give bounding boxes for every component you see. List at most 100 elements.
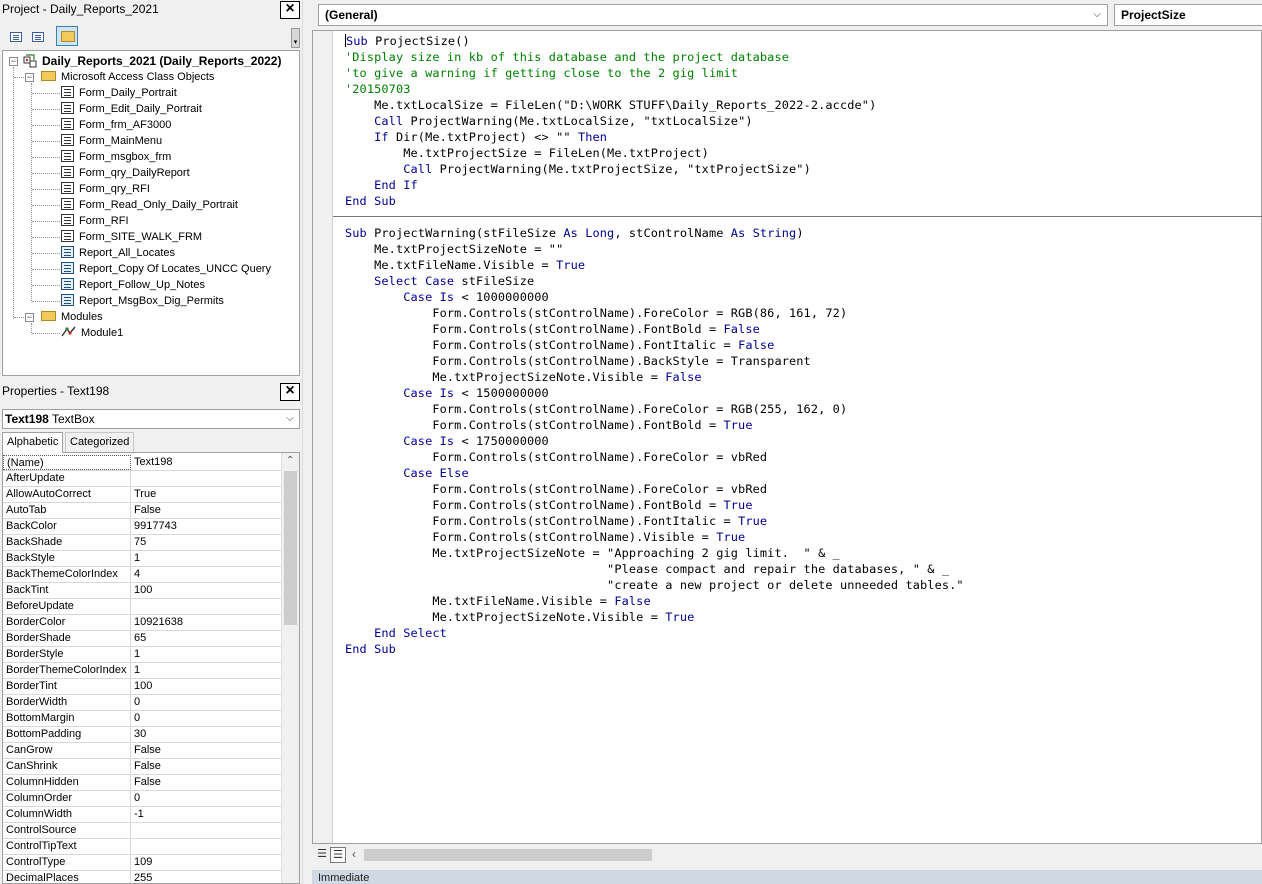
code-text[interactable]: Sub ProjectSize() 'Display size in kb of … [333, 33, 1262, 657]
scroll-up-icon[interactable]: ⌃ [286, 455, 294, 466]
property-row[interactable]: BackShade 75 [3, 535, 281, 551]
properties-scrollbar[interactable]: ⌃ [281, 453, 299, 883]
code-editor[interactable]: Sub ProjectSize() 'Display size in kb of … [312, 30, 1262, 844]
property-value[interactable]: False [132, 743, 281, 758]
property-value[interactable]: 9917743 [132, 519, 281, 534]
code-line[interactable]: Form.Controls(stControlName).FontItalic … [345, 513, 1255, 529]
properties-scroll-thumb[interactable] [284, 471, 297, 625]
property-row[interactable]: CanGrow False [3, 743, 281, 759]
tree-item-form-edit-daily-portrait[interactable]: Form_Edit_Daily_Portrait [61, 101, 202, 117]
tree-item-form-msgbox-frm[interactable]: Form_msgbox_frm [61, 149, 171, 165]
property-row[interactable]: BorderThemeColorIndex 1 [3, 663, 281, 679]
property-value[interactable]: 109 [132, 855, 281, 870]
property-value[interactable] [132, 599, 281, 614]
code-line[interactable]: Me.txtFileName.Visible = False [345, 593, 1255, 609]
property-value[interactable]: 0 [132, 711, 281, 726]
code-line[interactable]: Me.txtLocalSize = FileLen("D:\WORK STUFF… [345, 97, 1255, 113]
property-value[interactable]: 0 [132, 791, 281, 806]
code-line[interactable]: Form.Controls(stControlName).FontItalic … [345, 337, 1255, 353]
code-line[interactable]: Form.Controls(stControlName).FontBold = … [345, 321, 1255, 337]
property-value[interactable]: Text198 [132, 455, 281, 470]
property-row[interactable]: AllowAutoCorrect True [3, 487, 281, 503]
code-line[interactable]: Case Is < 1500000000 [345, 385, 1255, 401]
code-line[interactable]: "create a new project or delete unneeded… [345, 577, 1255, 593]
property-row[interactable]: BackThemeColorIndex 4 [3, 567, 281, 583]
property-row[interactable]: AutoTab False [3, 503, 281, 519]
property-row[interactable]: ControlSource [3, 823, 281, 839]
code-line[interactable]: Form.Controls(stControlName).ForeColor =… [345, 481, 1255, 497]
property-row[interactable]: BackStyle 1 [3, 551, 281, 567]
tree-item-form-rfi[interactable]: Form_RFI [61, 213, 129, 229]
code-line[interactable]: Case Else [345, 465, 1255, 481]
modules-collapse-toggle[interactable]: − [25, 313, 34, 322]
object-combo[interactable]: (General) ⌵ [318, 4, 1108, 26]
tree-item-form-qry-rfi[interactable]: Form_qry_RFI [61, 181, 150, 197]
tree-item-report-follow-up-notes[interactable]: Report_Follow_Up_Notes [61, 277, 205, 293]
tab-categorized[interactable]: Categorized [65, 432, 135, 452]
property-row[interactable]: (Name) Text198 [3, 455, 281, 471]
code-line[interactable]: 'to give a warning if getting close to t… [345, 65, 1255, 81]
project-root-node[interactable]: Daily_Reports_2021 (Daily_Reports_2022) [23, 53, 281, 69]
property-row[interactable]: BorderWidth 0 [3, 695, 281, 711]
project-explorer-close-button[interactable]: × [280, 1, 300, 19]
dock-splitter[interactable] [302, 0, 310, 884]
code-line[interactable]: Call ProjectWarning(Me.txtLocalSize, "tx… [345, 113, 1255, 129]
code-line[interactable]: Call ProjectWarning(Me.txtProjectSize, "… [345, 161, 1255, 177]
tree-item-form-qry-dailyreport[interactable]: Form_qry_DailyReport [61, 165, 190, 181]
code-line[interactable]: Me.txtProjectSizeNote.Visible = True [345, 609, 1255, 625]
tree-item-module1[interactable]: Module1 [61, 325, 123, 341]
code-line[interactable]: "Please compact and repair the databases… [345, 561, 1255, 577]
properties-close-button[interactable]: × [280, 383, 300, 401]
code-line[interactable]: Me.txtFileName.Visible = True [345, 257, 1255, 273]
property-row[interactable]: ColumnOrder 0 [3, 791, 281, 807]
property-value[interactable]: 1 [132, 551, 281, 566]
property-row[interactable]: BackTint 100 [3, 583, 281, 599]
immediate-window-title[interactable]: Immediate [312, 870, 1262, 884]
property-value[interactable]: 65 [132, 631, 281, 646]
property-value[interactable]: 1 [132, 647, 281, 662]
tab-alphabetic[interactable]: Alphabetic [2, 432, 64, 453]
code-line[interactable]: End If [345, 177, 1255, 193]
code-line[interactable]: Case Is < 1000000000 [345, 289, 1255, 305]
property-row[interactable]: BorderTint 100 [3, 679, 281, 695]
property-value[interactable]: -1 [132, 807, 281, 822]
property-row[interactable]: ColumnHidden False [3, 775, 281, 791]
code-line[interactable]: Form.Controls(stControlName).Visible = T… [345, 529, 1255, 545]
property-value[interactable]: 10921638 [132, 615, 281, 630]
property-value[interactable]: 4 [132, 567, 281, 582]
code-line[interactable]: Case Is < 1750000000 [345, 433, 1255, 449]
toggle-folders-button[interactable] [56, 26, 78, 46]
toolbar-overflow-button[interactable]: ▾ [291, 28, 300, 48]
code-line[interactable]: If Dir(Me.txtProject) <> "" Then [345, 129, 1255, 145]
property-value[interactable]: False [132, 759, 281, 774]
code-line[interactable]: Form.Controls(stControlName).FontBold = … [345, 417, 1255, 433]
procedure-view-button[interactable]: ☰ [314, 847, 330, 863]
tree-item-form-mainmenu[interactable]: Form_MainMenu [61, 133, 162, 149]
property-value[interactable] [132, 823, 281, 838]
code-line[interactable]: Select Case stFileSize [345, 273, 1255, 289]
code-line[interactable]: 'Display size in kb of this database and… [345, 49, 1255, 65]
root-collapse-toggle[interactable]: − [9, 57, 18, 66]
view-code-button[interactable] [4, 26, 26, 46]
property-value[interactable] [132, 471, 281, 486]
project-tree[interactable]: − Daily_Reports_2021 (Daily_Reports_2022… [2, 50, 300, 376]
tree-item-form-read-only-daily-portrait[interactable]: Form_Read_Only_Daily_Portrait [61, 197, 238, 213]
tree-item-report-all-locates[interactable]: Report_All_Locates [61, 245, 175, 261]
property-row[interactable]: BottomPadding 30 [3, 727, 281, 743]
property-row[interactable]: AfterUpdate [3, 471, 281, 487]
code-line[interactable]: Sub ProjectWarning(stFileSize As Long, s… [345, 225, 1255, 241]
property-value[interactable]: False [132, 503, 281, 518]
full-module-view-button[interactable]: ☰ [330, 847, 346, 863]
property-value[interactable]: False [132, 775, 281, 790]
code-line[interactable]: Me.txtProjectSizeNote.Visible = False [345, 369, 1255, 385]
folder-modules[interactable]: Modules [41, 309, 103, 325]
tree-item-report-msgbox-dig-permits[interactable]: Report_MsgBox_Dig_Permits [61, 293, 224, 309]
property-value[interactable]: 1 [132, 663, 281, 678]
code-line[interactable]: Form.Controls(stControlName).ForeColor =… [345, 449, 1255, 465]
code-line[interactable]: Form.Controls(stControlName).ForeColor =… [345, 401, 1255, 417]
property-row[interactable]: DecimalPlaces 255 [3, 871, 281, 883]
code-horizontal-scrollbar[interactable]: ‹ [350, 846, 1262, 864]
procedure-combo[interactable]: ProjectSize [1114, 4, 1262, 26]
code-line[interactable]: Form.Controls(stControlName).ForeColor =… [345, 305, 1255, 321]
code-margin-indicator-bar[interactable] [313, 31, 333, 843]
